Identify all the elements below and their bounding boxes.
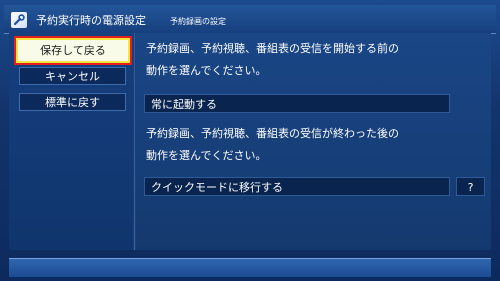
before-instruction-line1: 予約録画、予約視聴、番組表の受信を開始する前の [146,42,399,55]
cancel-button[interactable]: キャンセル [19,67,126,85]
page-subtitle: 予約録画の設定 [170,17,226,26]
restore-defaults-button[interactable]: 標準に戻す [19,93,126,111]
wrench-icon [11,12,27,28]
save-and-return-button[interactable]: 保存して戻る [16,38,130,63]
before-instruction-line2: 動作を選んでください。 [146,64,267,77]
after-instruction-line2: 動作を選んでください。 [146,149,267,162]
before-action-select[interactable]: 常に起動する [144,94,450,113]
status-bar [9,258,491,277]
sidebar [9,33,134,250]
title-bar: 予約実行時の電源設定 予約録画の設定 [4,5,496,34]
after-instruction-line1: 予約録画、予約視聴、番組表の受信が終わった後の [146,127,399,140]
help-button[interactable]: ? [456,177,485,196]
after-action-select[interactable]: クイックモードに移行する [144,177,450,196]
page-title: 予約実行時の電源設定 [36,14,146,27]
